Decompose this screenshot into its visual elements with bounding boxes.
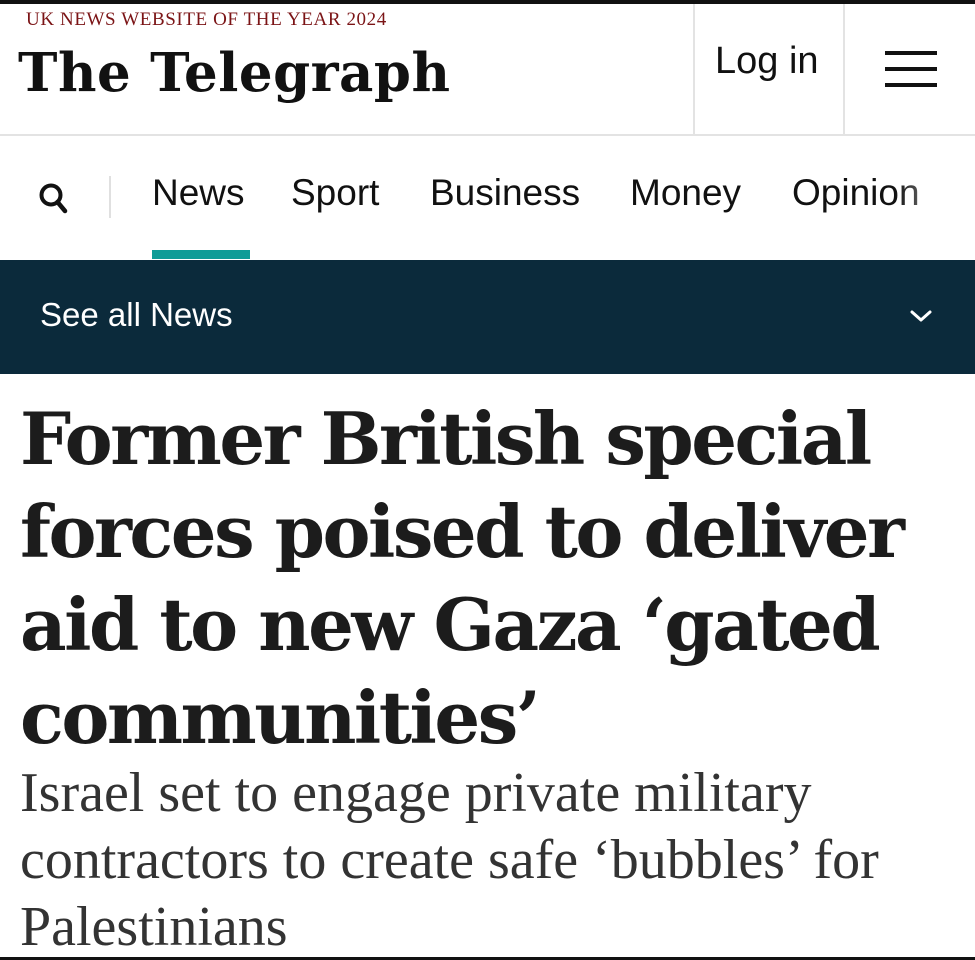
see-all-news-label: See all News [40, 296, 233, 333]
login-button[interactable]: Log in [693, 4, 845, 134]
site-logo[interactable]: The Telegraph [18, 42, 451, 104]
nav-item-business[interactable]: Business [430, 172, 580, 214]
search-icon[interactable] [37, 182, 69, 214]
award-tagline: UK NEWS WEBSITE OF THE YEAR 2024 [26, 9, 387, 30]
menu-bar-line [885, 67, 937, 71]
menu-bar-line [885, 51, 937, 55]
nav-divider [109, 176, 111, 218]
menu-bar-line [885, 83, 937, 87]
chevron-down-icon [910, 310, 932, 322]
active-tab-indicator [152, 250, 250, 259]
nav-item-news[interactable]: News [152, 172, 245, 214]
article-standfirst: Israel set to engage private military co… [20, 762, 879, 958]
see-all-news-dropdown[interactable]: See all News [0, 260, 975, 374]
page: UK NEWS WEBSITE OF THE YEAR 2024 The Tel… [0, 0, 975, 960]
nav-item-money[interactable]: Money [630, 172, 741, 214]
nav-item-sport[interactable]: Sport [291, 172, 379, 214]
hamburger-menu-icon[interactable] [845, 4, 975, 134]
login-label: Log in [715, 40, 819, 82]
site-header: UK NEWS WEBSITE OF THE YEAR 2024 The Tel… [0, 4, 975, 136]
nav-item-opinion[interactable]: Opinion [792, 172, 920, 214]
section-nav: News Sport Business Money Opinion [0, 136, 975, 260]
article-headline: Former British special forces poised to … [20, 396, 905, 760]
